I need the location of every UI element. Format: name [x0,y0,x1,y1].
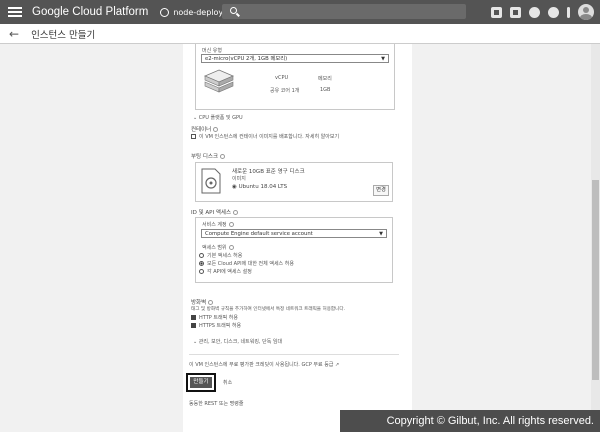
firewall-description: 태그 및 방화벽 규칙을 추가하여 인터넷에서 특정 네트워크 트래픽을 허용합… [191,307,346,312]
dropdown-arrow-icon: ▼ [381,56,385,62]
option-text: HTTPS 트래픽 허용 [199,323,242,329]
machine-type-label: 머신 유형 [202,48,222,54]
help-icon[interactable] [529,6,540,18]
vcpu-value: 공유 코어 1개 [270,88,300,94]
advanced-options-text: 관리, 보안, 디스크, 네트워킹, 단독 임대 [198,339,283,345]
service-account-label-text: 서비스 계정 [202,222,227,228]
cloud-shell-icon[interactable] [510,6,521,18]
identity-label-text: ID 및 API 액세스 [191,210,232,216]
access-scope-label-text: 액세스 범위 [202,245,227,251]
avatar[interactable] [578,4,594,20]
option-text: 기본 액세스 허용 [207,253,243,259]
create-button[interactable]: 만들기 [186,373,216,392]
scrollbar-thumb[interactable] [592,180,599,380]
access-scope-option-full[interactable]: 모든 Cloud API에 대한 전체 액세스 허용 [199,260,294,267]
gift-icon[interactable] [491,6,502,18]
more-vert-icon[interactable] [567,6,570,18]
boot-disk-image-text: Ubuntu 18.04 LTS [238,184,288,190]
container-checkbox-text: 이 VM 인스턴스에 컨테이너 이미지를 배포합니다. 자세히 알아보기 [199,134,340,140]
billing-note-text: 이 VM 인스턴스에 무료 평가판 크레딧이 사용됩니다. GCP 무료 등급 [189,362,334,368]
boot-disk-label-text: 부팅 디스크 [191,154,219,160]
dropdown-arrow-icon: ▼ [379,231,383,237]
option-text: 각 API에 액세스 설정 [207,269,252,275]
help-icon[interactable] [213,127,219,132]
radio-icon [199,253,204,258]
access-scope-option-default[interactable]: 기본 액세스 허용 [199,252,242,259]
option-text: HTTP 트래픽 허용 [199,315,238,321]
vcpu-header: vCPU [275,75,289,81]
cancel-button[interactable]: 취소 [223,379,232,386]
radio-icon [199,269,204,274]
change-boot-disk-button[interactable]: 변경 [373,185,389,196]
firewall-label: 방화벽 [191,298,214,306]
help-icon[interactable] [208,300,214,305]
machine-chip-icon [203,69,235,93]
brand-title[interactable]: Google Cloud Platform [32,6,148,18]
service-account-select[interactable]: Compute Engine default service account ▼ [201,229,387,238]
container-checkbox[interactable]: 이 VM 인스턴스에 컨테이너 이미지를 배포합니다. 자세히 알아보기 [191,133,339,140]
identity-label: ID 및 API 액세스 [191,208,239,216]
access-scope-option-custom[interactable]: 각 API에 액세스 설정 [199,268,252,275]
http-checkbox[interactable]: HTTP 트래픽 허용 [191,314,238,321]
advanced-options-link[interactable]: ⌄ 관리, 보안, 디스크, 네트워킹, 단독 임대 [193,338,282,345]
toolbar-icons [491,4,594,20]
back-arrow-icon[interactable]: ← [9,27,19,41]
top-app-bar: Google Cloud Platform node-deploy ▼ [0,0,600,24]
memory-header: 메모리 [318,76,332,82]
https-checkbox[interactable]: HTTPS 트래픽 허용 [191,322,241,329]
boot-disk-description: 새로운 10GB 표준 영구 디스크 [232,169,305,175]
help-icon[interactable] [220,154,226,159]
rest-command-link[interactable]: 동등한 REST 또는 명령줄 [189,400,243,407]
search-icon [230,7,237,14]
machine-type-select[interactable]: e2-micro(vCPU 2개, 1GB 메모리) ▼ [201,54,389,63]
machine-type-value: e2-micro(vCPU 2개, 1GB 메모리) [205,56,288,62]
copyright-watermark: Copyright © Gilbut, Inc. All rights rese… [340,410,600,432]
access-scope-label: 액세스 범위 [202,244,234,251]
notifications-icon[interactable] [548,6,559,18]
divider [189,354,399,355]
service-account-label: 서비스 계정 [202,221,234,228]
checkbox-checked-icon [191,315,196,320]
billing-note: 이 VM 인스턴스에 무료 평가판 크레딧이 사용됩니다. GCP 무료 등급 … [189,361,339,368]
boot-disk-image: ◉ Ubuntu 18.04 LTS [232,184,287,190]
project-name: node-deploy [173,7,224,17]
boot-disk-image-label: 이미지 [232,176,246,182]
help-icon[interactable] [228,245,234,250]
radio-selected-icon [199,261,204,266]
page-header: ← 인스턴스 만들기 [0,24,600,44]
cpu-platform-text: CPU 플랫폼 및 GPU [198,115,243,121]
project-icon [160,7,170,17]
service-account-value: Compute Engine default service account [205,231,313,237]
container-label: 컨테이너 [191,125,219,133]
disk-icon [201,168,221,194]
memory-value: 1GB [320,87,331,93]
checkbox-checked-icon [191,323,196,328]
create-instance-form: 머신 유형 e2-micro(vCPU 2개, 1GB 메모리) ▼ vCPU … [183,44,412,432]
help-icon[interactable] [233,210,239,215]
boot-disk-label: 부팅 디스크 [191,152,226,160]
search-input[interactable] [222,4,466,19]
checkbox-icon [191,134,196,139]
left-gutter [0,44,183,432]
create-button-label: 만들기 [190,377,212,388]
external-link-icon[interactable]: ↗ [333,362,339,368]
menu-icon[interactable] [8,7,22,17]
help-icon[interactable] [228,222,234,227]
cpu-platform-link[interactable]: ⌄ CPU 플랫폼 및 GPU [193,114,243,121]
option-text: 모든 Cloud API에 대한 전체 액세스 허용 [207,261,294,267]
page-title: 인스턴스 만들기 [31,29,96,41]
right-gutter [412,44,600,432]
